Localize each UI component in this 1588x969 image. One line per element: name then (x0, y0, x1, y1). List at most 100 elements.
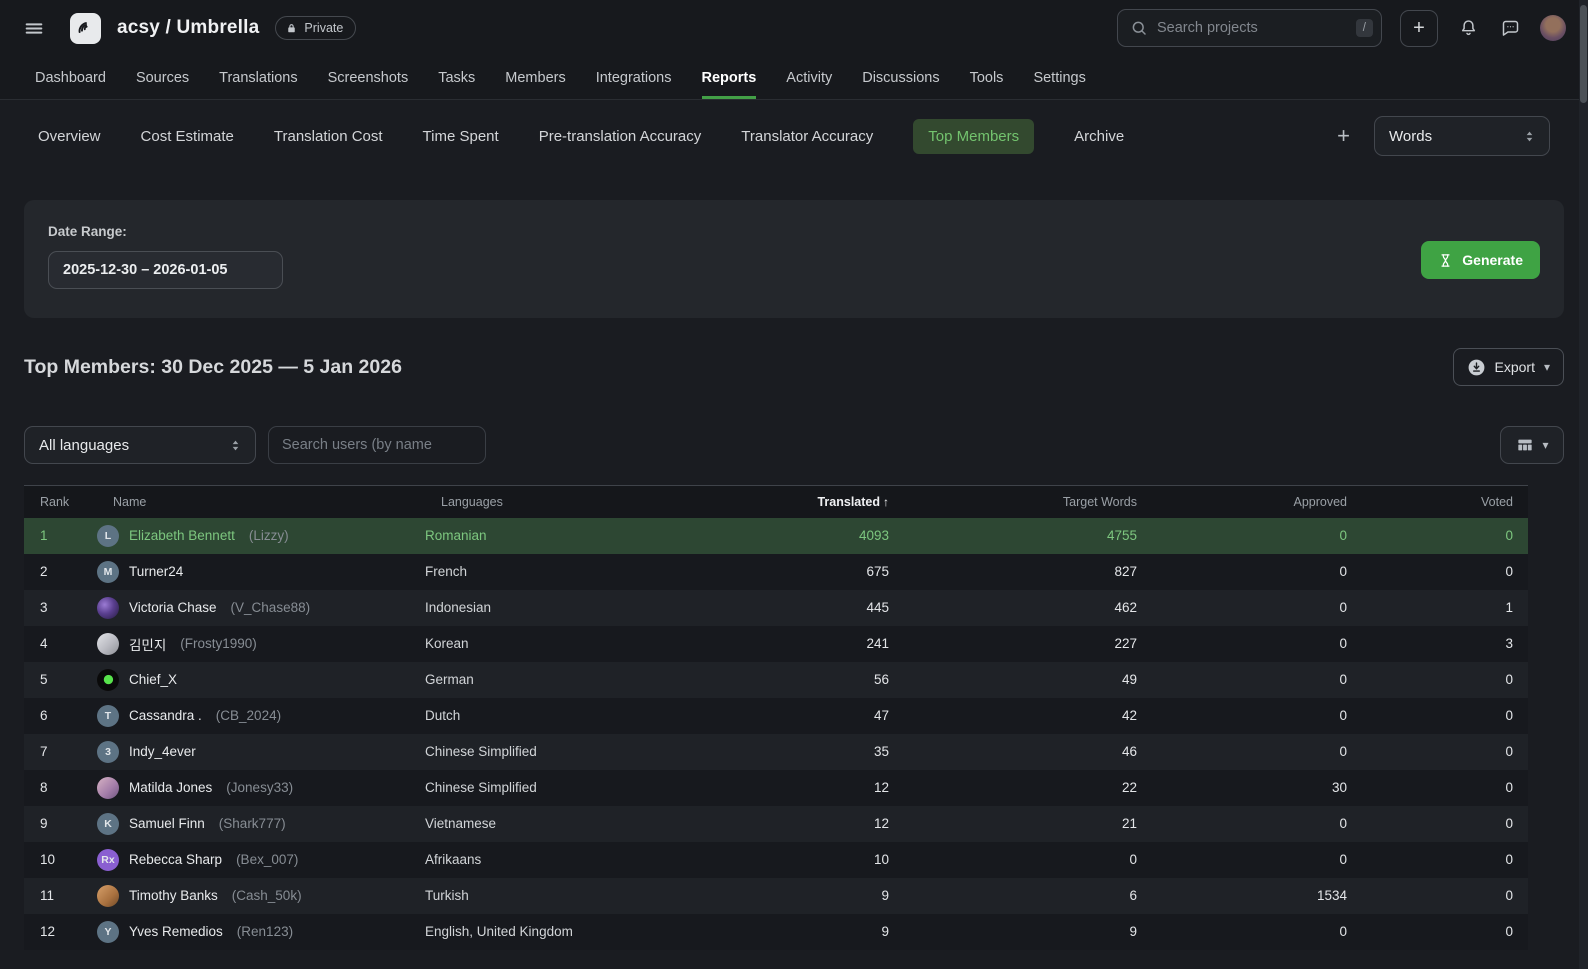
unit-selector[interactable]: Words (1374, 116, 1550, 156)
voted-cell: 0 (1347, 842, 1528, 878)
notifications-bell-icon[interactable] (1456, 16, 1480, 40)
chevron-updown-icon (228, 438, 243, 453)
messages-chat-icon[interactable] (1498, 16, 1522, 40)
table-row[interactable]: 6TCassandra .(CB_2024)Dutch474200 (24, 698, 1528, 734)
member-username: (Frosty1990) (180, 636, 257, 651)
member-avatar: K (97, 813, 119, 835)
member-cell: Matilda Jones(Jonesy33) (97, 770, 425, 806)
table-row[interactable]: 73Indy_4everChinese Simplified354600 (24, 734, 1528, 770)
nav-tab-sources[interactable]: Sources (136, 56, 189, 99)
table-row[interactable]: 5Chief_XGerman564900 (24, 662, 1528, 698)
column-header-rank[interactable]: Rank (24, 486, 97, 518)
translated-cell: 12 (705, 770, 889, 806)
member-name-link[interactable]: Yves Remedios (129, 924, 223, 939)
languages-cell: Afrikaans (425, 842, 705, 878)
member-name-link[interactable]: Cassandra . (129, 708, 202, 723)
member-name-link[interactable]: Chief_X (129, 672, 177, 687)
report-tab-overview[interactable]: Overview (38, 128, 101, 145)
report-tab-pre-translation-accuracy[interactable]: Pre-translation Accuracy (539, 128, 702, 145)
privacy-badge-label: Private (304, 21, 343, 35)
column-header-translated[interactable]: Translated↑ (705, 486, 889, 518)
report-tab-translation-cost[interactable]: Translation Cost (274, 128, 383, 145)
member-name-link[interactable]: Samuel Finn (129, 816, 205, 831)
search-input[interactable] (1157, 20, 1347, 36)
column-header-voted[interactable]: Voted (1347, 486, 1528, 518)
table-columns-icon (1515, 435, 1535, 455)
table-row[interactable]: 9KSamuel Finn(Shark777)Vietnamese122100 (24, 806, 1528, 842)
member-name-link[interactable]: Indy_4ever (129, 744, 196, 759)
members-filters: All languages ▾ (24, 426, 1564, 464)
create-project-button[interactable]: + (1400, 10, 1438, 47)
member-cell: 김민지 (Frosty1990) (97, 626, 425, 662)
reports-subnav: Overview Cost Estimate Translation Cost Tim… (0, 100, 1588, 172)
member-name-link[interactable]: Turner24 (129, 564, 183, 579)
column-header-name[interactable]: Name (97, 486, 425, 518)
nav-tab-screenshots[interactable]: Screenshots (328, 56, 409, 99)
nav-tab-discussions[interactable]: Discussions (862, 56, 939, 99)
member-name-link[interactable]: Timothy Banks (129, 888, 218, 903)
nav-tab-settings[interactable]: Settings (1033, 56, 1085, 99)
member-avatar: Y (97, 921, 119, 943)
approved-cell: 0 (1137, 662, 1347, 698)
nav-tab-reports[interactable]: Reports (702, 56, 757, 99)
member-name-link[interactable]: 김민지 (129, 634, 166, 654)
table-row[interactable]: 2MTurner24French67582700 (24, 554, 1528, 590)
languages-cell: Dutch (425, 698, 705, 734)
table-row[interactable]: 1LElizabeth Bennett(Lizzy)Romanian409347… (24, 518, 1528, 554)
add-report-button[interactable]: + (1337, 125, 1350, 147)
report-tab-cost-estimate[interactable]: Cost Estimate (141, 128, 234, 145)
table-row[interactable]: 11Timothy Banks(Cash_50k)Turkish9615340 (24, 878, 1528, 914)
export-button[interactable]: Export ▾ (1453, 348, 1565, 386)
rank-cell: 2 (24, 554, 97, 590)
hourglass-icon (1438, 253, 1453, 268)
table-row[interactable]: 10RxRebecca Sharp(Bex_007)Afrikaans10000 (24, 842, 1528, 878)
translated-cell: 10 (705, 842, 889, 878)
generate-button[interactable]: Generate (1421, 241, 1540, 279)
translated-cell: 56 (705, 662, 889, 698)
member-cell: Timothy Banks(Cash_50k) (97, 878, 425, 914)
project-search[interactable]: / (1117, 9, 1382, 47)
user-avatar[interactable] (1540, 15, 1566, 41)
scrollbar-track[interactable] (1579, 0, 1588, 969)
target-words-cell: 49 (889, 662, 1137, 698)
hamburger-menu-icon[interactable] (22, 16, 46, 40)
member-avatar: Rx (97, 849, 119, 871)
member-name-link[interactable]: Victoria Chase (129, 600, 217, 615)
column-header-approved[interactable]: Approved (1137, 486, 1347, 518)
user-search-input[interactable] (268, 426, 486, 464)
report-tab-top-members[interactable]: Top Members (913, 119, 1034, 154)
nav-tab-tasks[interactable]: Tasks (438, 56, 475, 99)
unit-selector-value: Words (1389, 128, 1432, 145)
table-row[interactable]: 8Matilda Jones(Jonesy33)Chinese Simplifi… (24, 770, 1528, 806)
table-row[interactable]: 3Victoria Chase(V_Chase88)Indonesian4454… (24, 590, 1528, 626)
nav-tab-tools[interactable]: Tools (970, 56, 1004, 99)
member-name-link[interactable]: Elizabeth Bennett (129, 528, 235, 543)
report-tab-archive[interactable]: Archive (1074, 128, 1124, 145)
member-name-link[interactable]: Rebecca Sharp (129, 852, 222, 867)
privacy-badge: Private (275, 16, 356, 40)
nav-tab-activity[interactable]: Activity (786, 56, 832, 99)
approved-cell: 0 (1137, 518, 1347, 554)
nav-tab-dashboard[interactable]: Dashboard (35, 56, 106, 99)
app-logo-icon[interactable] (70, 13, 101, 44)
language-filter-select[interactable]: All languages (24, 426, 256, 464)
nav-tab-members[interactable]: Members (505, 56, 565, 99)
table-row[interactable]: 12YYves Remedios(Ren123)English, United … (24, 914, 1528, 950)
languages-cell: Korean (425, 626, 705, 662)
column-header-target-words[interactable]: Target Words (889, 486, 1137, 518)
voted-cell: 3 (1347, 626, 1528, 662)
table-row[interactable]: 4김민지(Frosty1990)Korean24122703 (24, 626, 1528, 662)
nav-tab-translations[interactable]: Translations (219, 56, 297, 99)
date-range-input[interactable] (48, 251, 283, 289)
member-name-link[interactable]: Matilda Jones (129, 780, 212, 795)
sort-asc-icon: ↑ (883, 495, 889, 509)
languages-cell: Chinese Simplified (425, 734, 705, 770)
column-header-languages[interactable]: Languages (425, 486, 705, 518)
nav-tab-integrations[interactable]: Integrations (596, 56, 672, 99)
report-tab-time-spent[interactable]: Time Spent (423, 128, 499, 145)
report-tab-translator-accuracy[interactable]: Translator Accuracy (741, 128, 873, 145)
column-settings-button[interactable]: ▾ (1500, 426, 1564, 464)
target-words-cell: 227 (889, 626, 1137, 662)
scrollbar-thumb[interactable] (1580, 5, 1587, 103)
target-words-cell: 22 (889, 770, 1137, 806)
